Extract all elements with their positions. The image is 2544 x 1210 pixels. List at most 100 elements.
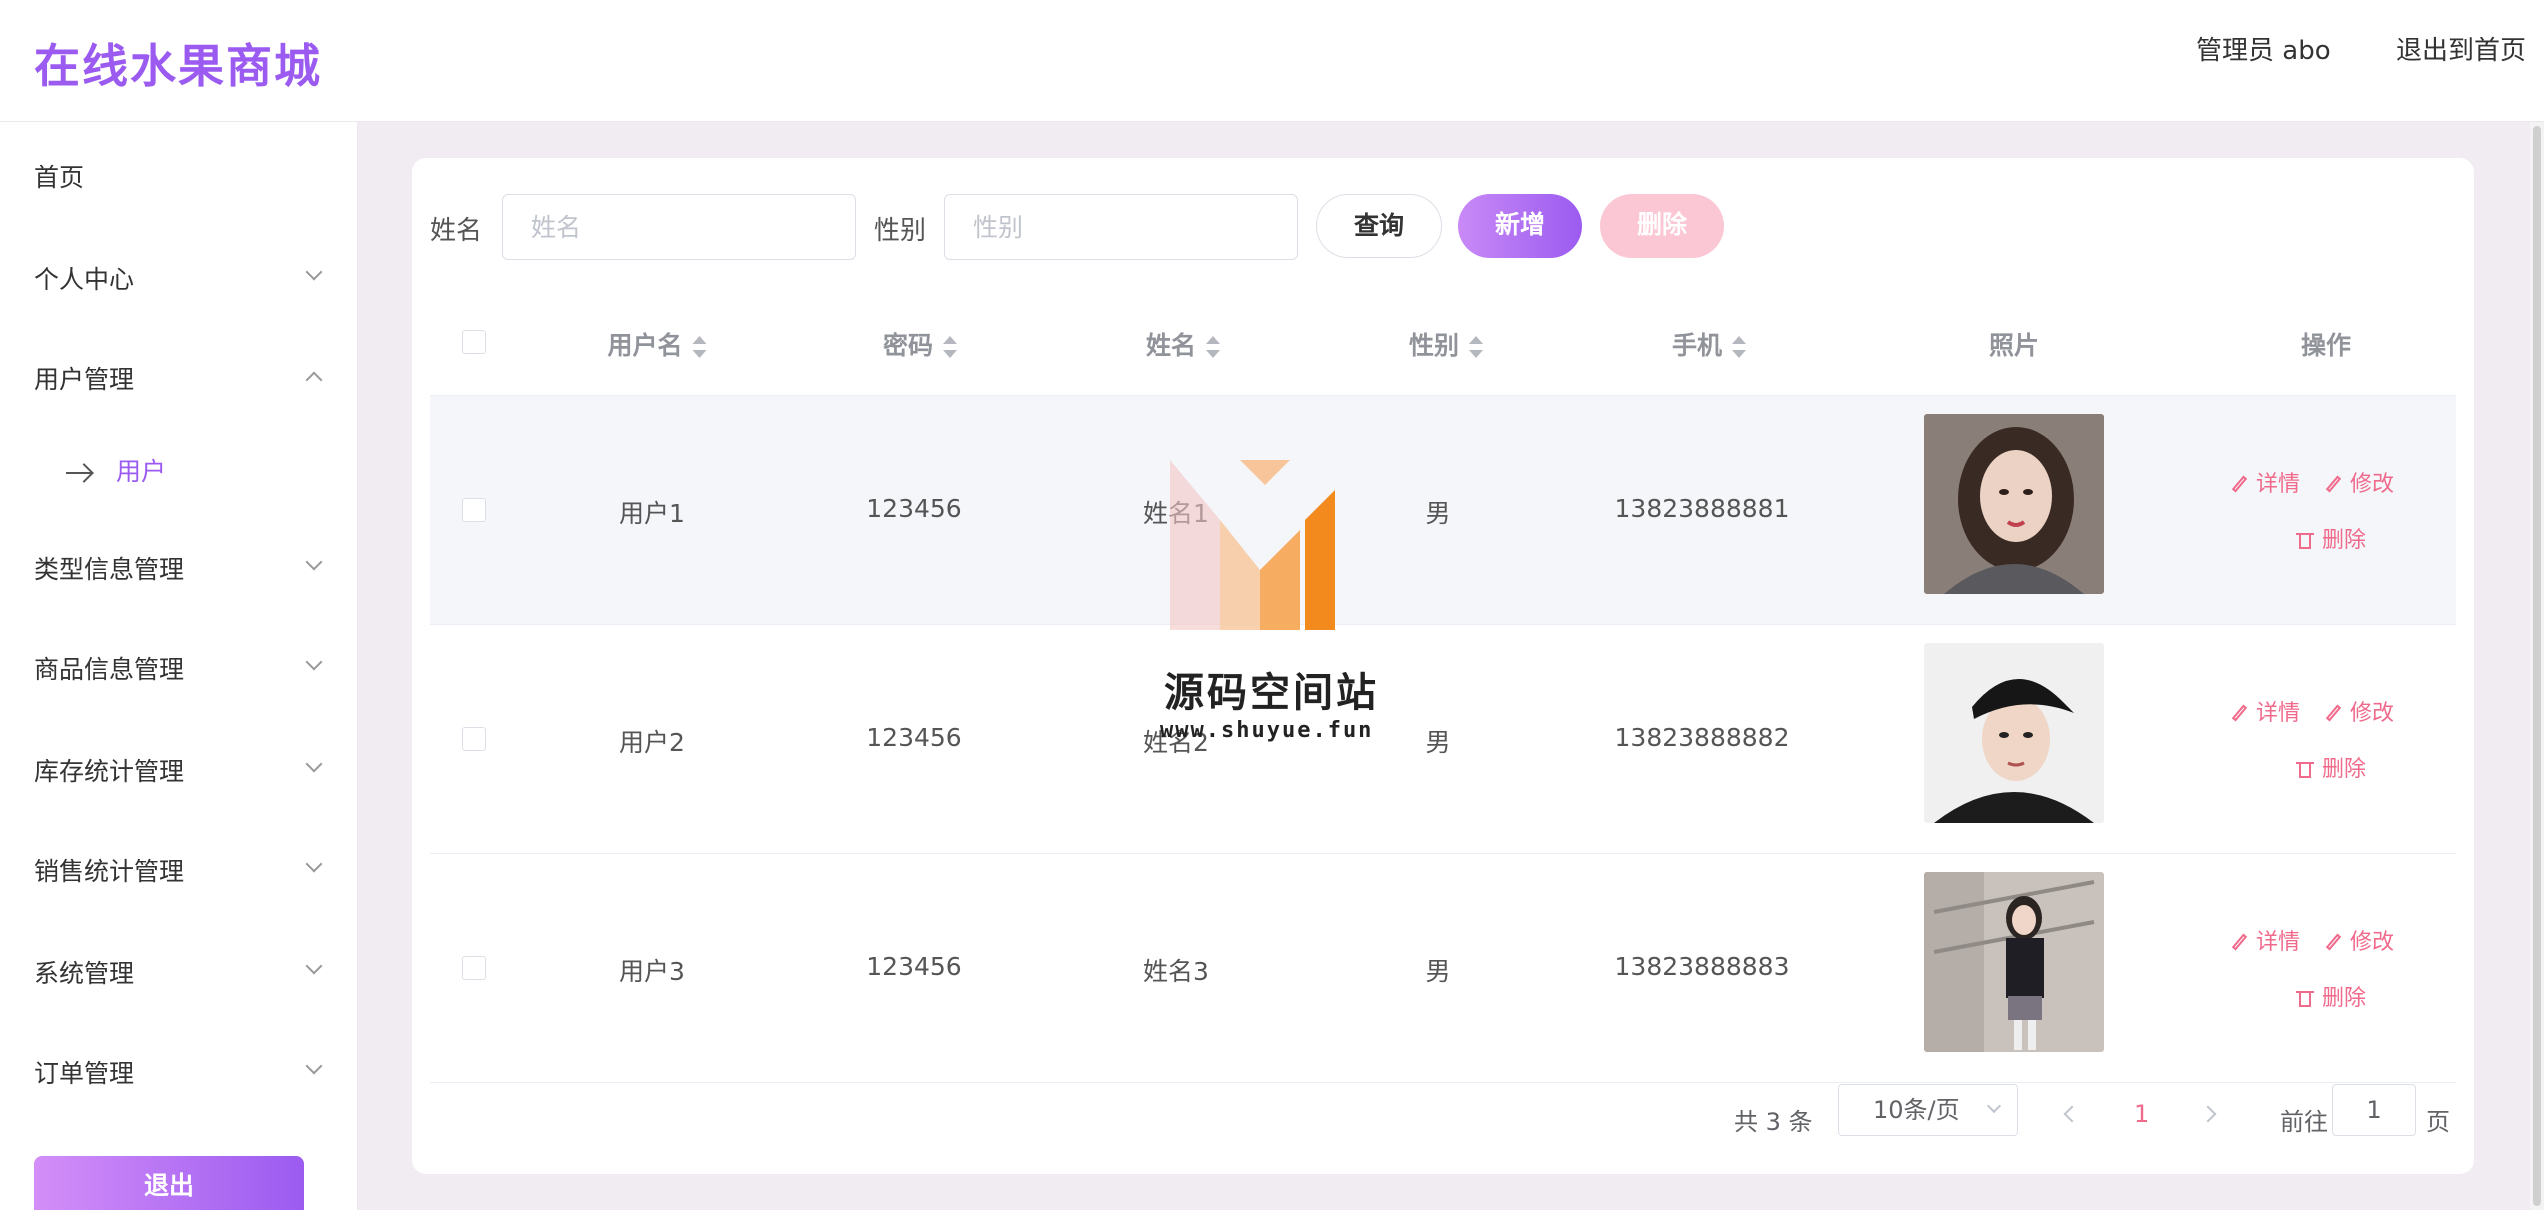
arrow-right-icon xyxy=(66,463,92,483)
site-logo: 在线水果商城 xyxy=(34,39,322,93)
chevron-down-icon xyxy=(305,755,323,773)
cell-phone: 13823888881 xyxy=(1614,494,1790,523)
cell-phone: 13823888882 xyxy=(1614,723,1790,752)
user-photo xyxy=(1924,872,2104,1052)
delete-link[interactable]: 删除 xyxy=(2296,980,2366,1012)
pagination-total: 共 3 条 xyxy=(1734,1108,1813,1136)
chevron-down-icon xyxy=(305,1057,323,1075)
cell-password: 123456 xyxy=(866,494,962,523)
name-label: 姓名 xyxy=(430,216,483,246)
cell-username: 用户3 xyxy=(619,957,685,986)
admin-user-label: 管理员 abo xyxy=(2196,36,2331,66)
sidebar: 首页 个人中心 用户管理 用户 类型信息管理 商品信息管理 库存统计管理 销售统… xyxy=(0,122,358,1210)
sidebar-item-product-info[interactable]: 商品信息管理 xyxy=(34,650,324,686)
logout-button[interactable]: 退出 xyxy=(34,1156,304,1210)
edit-pencil-icon xyxy=(2324,933,2342,951)
sidebar-item-inventory-stats[interactable]: 库存统计管理 xyxy=(34,752,324,788)
column-header-gender[interactable]: 性别 xyxy=(1409,326,1484,362)
table-row: 用户2 123456 姓名2 男 13823888882 详情 修改 删除 xyxy=(430,625,2456,854)
trash-icon xyxy=(2296,760,2314,778)
exit-to-home-link[interactable]: 退出到首页 xyxy=(2396,30,2526,67)
chevron-down-icon xyxy=(305,653,323,671)
select-all-checkbox[interactable] xyxy=(462,330,486,354)
chevron-up-icon xyxy=(305,371,323,389)
trash-icon xyxy=(2296,989,2314,1007)
chevron-down-icon xyxy=(1986,1098,2002,1114)
table-row: 用户1 123456 姓名1 男 13823888881 详情 修改 删除 xyxy=(430,396,2456,625)
row-checkbox[interactable] xyxy=(462,727,486,751)
edit-pencil-icon xyxy=(2230,933,2248,951)
chevron-down-icon xyxy=(305,553,323,571)
column-header-photo: 照片 xyxy=(1988,331,2040,360)
detail-link[interactable]: 详情 xyxy=(2230,466,2300,498)
table-row: 用户3 123456 姓名3 男 13823888883 详情 修改 删除 xyxy=(430,854,2456,1083)
sort-icon[interactable] xyxy=(692,336,707,358)
edit-link[interactable]: 修改 xyxy=(2324,924,2394,956)
prev-page-icon[interactable] xyxy=(2063,1105,2081,1123)
edit-pencil-icon xyxy=(2324,475,2342,493)
sort-icon[interactable] xyxy=(1732,336,1747,358)
cell-password: 123456 xyxy=(866,952,962,981)
name-search-input[interactable] xyxy=(502,194,856,260)
cell-password: 123456 xyxy=(866,723,962,752)
next-page-icon[interactable] xyxy=(2199,1105,2217,1123)
chevron-down-icon xyxy=(305,855,323,873)
sidebar-item-orders[interactable]: 订单管理 xyxy=(34,1054,324,1090)
content-card: 姓名 性别 查询 新增 删除 用户名 密码 姓名 性别 手机 照片 操作 用户1… xyxy=(412,158,2474,1174)
gender-label: 性别 xyxy=(874,216,927,246)
trash-icon xyxy=(2296,531,2314,549)
page-number-current[interactable]: 1 xyxy=(2134,1100,2149,1128)
edit-link[interactable]: 修改 xyxy=(2324,466,2394,498)
goto-prefix-label: 前往 xyxy=(2280,1108,2328,1136)
sidebar-item-system[interactable]: 系统管理 xyxy=(34,954,324,990)
row-checkbox[interactable] xyxy=(462,498,486,522)
sidebar-item-user-management[interactable]: 用户管理 xyxy=(34,360,324,396)
scrollbar-thumb[interactable] xyxy=(2533,126,2541,1206)
edit-link[interactable]: 修改 xyxy=(2324,695,2394,727)
cell-gender: 男 xyxy=(1425,728,1451,757)
delete-link[interactable]: 删除 xyxy=(2296,522,2366,554)
column-header-username[interactable]: 用户名 xyxy=(607,326,707,362)
user-photo xyxy=(1924,643,2104,823)
batch-delete-button[interactable]: 删除 xyxy=(1600,194,1724,258)
cell-gender: 男 xyxy=(1425,499,1451,528)
cell-username: 用户2 xyxy=(619,728,685,757)
gender-search-input[interactable] xyxy=(944,194,1298,260)
edit-pencil-icon xyxy=(2230,475,2248,493)
cell-phone: 13823888883 xyxy=(1614,952,1790,981)
cell-username: 用户1 xyxy=(619,499,685,528)
chevron-down-icon xyxy=(305,263,323,281)
add-button[interactable]: 新增 xyxy=(1458,194,1582,258)
column-header-actions: 操作 xyxy=(2300,331,2352,360)
column-header-password[interactable]: 密码 xyxy=(883,326,958,362)
top-header: 在线水果商城 管理员 abo 退出到首页 xyxy=(0,0,2544,122)
sidebar-subitem-user[interactable]: 用户 xyxy=(66,452,166,488)
page-scrollbar[interactable] xyxy=(2530,122,2544,1210)
query-button[interactable]: 查询 xyxy=(1316,194,1442,258)
sidebar-item-home[interactable]: 首页 xyxy=(34,158,324,194)
sidebar-item-type-info[interactable]: 类型信息管理 xyxy=(34,550,324,586)
sidebar-item-sales-stats[interactable]: 销售统计管理 xyxy=(34,852,324,888)
goto-page-input[interactable] xyxy=(2332,1084,2416,1136)
cell-gender: 男 xyxy=(1425,957,1451,986)
sort-icon[interactable] xyxy=(943,336,958,358)
edit-pencil-icon xyxy=(2324,704,2342,722)
cell-name: 姓名3 xyxy=(1143,957,1209,986)
chevron-down-icon xyxy=(305,957,323,975)
sort-icon[interactable] xyxy=(1469,336,1484,358)
column-header-phone[interactable]: 手机 xyxy=(1672,326,1747,362)
sidebar-item-personal-center[interactable]: 个人中心 xyxy=(34,260,324,296)
detail-link[interactable]: 详情 xyxy=(2230,695,2300,727)
table-header: 用户名 密码 姓名 性别 手机 照片 操作 xyxy=(430,288,2456,396)
column-header-name[interactable]: 姓名 xyxy=(1146,326,1221,362)
sort-icon[interactable] xyxy=(1206,336,1221,358)
detail-link[interactable]: 详情 xyxy=(2230,924,2300,956)
page-size-select[interactable]: 10条/页 xyxy=(1838,1084,2018,1136)
edit-pencil-icon xyxy=(2230,704,2248,722)
row-checkbox[interactable] xyxy=(462,956,486,980)
user-photo xyxy=(1924,414,2104,594)
watermark-url: www.shuyue.fun xyxy=(1160,718,1374,743)
delete-link[interactable]: 删除 xyxy=(2296,751,2366,783)
watermark-title: 源码空间站 xyxy=(1164,670,1379,716)
goto-suffix-label: 页 xyxy=(2426,1108,2450,1136)
